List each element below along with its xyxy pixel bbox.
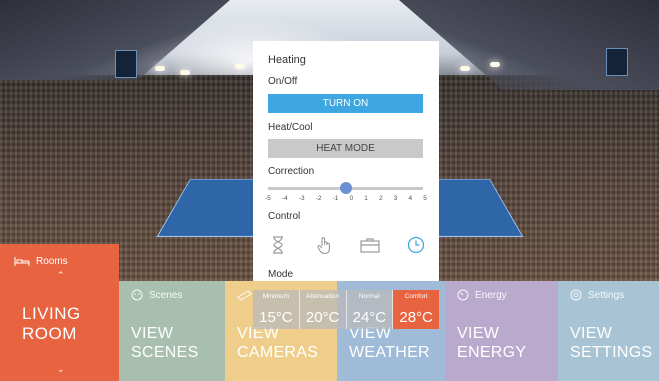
scenes-tile[interactable]: Scenes VIEW SCENES <box>119 281 225 381</box>
settings-line2: SETTINGS <box>570 344 653 361</box>
mode-name: Normal <box>358 293 380 300</box>
rooms-header: Rooms <box>14 256 68 267</box>
video-screen <box>606 48 628 76</box>
settings-gear-icon <box>570 289 582 301</box>
camera-icon <box>237 290 252 301</box>
cameras-line2: CAMERAS <box>237 344 319 361</box>
tick-label: -4 <box>281 195 288 202</box>
heatcool-label: Heat/Cool <box>268 122 313 133</box>
scenes-header: Scenes <box>131 289 182 301</box>
hourglass-icon[interactable] <box>268 235 288 255</box>
tick-label: -1 <box>332 195 339 202</box>
cameras-header <box>237 289 253 301</box>
energy-header: Energy <box>457 289 507 301</box>
mode-temp: 28°C <box>399 309 433 326</box>
stadium-light <box>180 70 190 75</box>
mode-name: Attenuation <box>306 293 340 300</box>
chevron-down-icon[interactable]: ⌄ <box>57 364 65 375</box>
tick-label: 1 <box>364 195 368 202</box>
heating-title: Heating <box>268 54 306 66</box>
scenes-line1: VIEW <box>131 325 174 342</box>
energy-icon <box>457 289 469 301</box>
control-label: Control <box>268 211 301 222</box>
tick-label: 3 <box>393 195 398 202</box>
mode-temp: 15°C <box>259 309 293 326</box>
correction-label: Correction <box>268 166 315 177</box>
stadium-light <box>235 64 245 69</box>
energy-line1: VIEW <box>457 325 500 342</box>
turn-on-button[interactable]: TURN ON <box>268 94 423 113</box>
chevron-up-icon[interactable]: ⌃ <box>57 270 65 281</box>
clock-icon[interactable] <box>406 235 426 255</box>
tick-label: 0 <box>349 195 354 202</box>
energy-line2: ENERGY <box>457 344 527 361</box>
scenes-head-label: Scenes <box>149 289 183 301</box>
mode-comfort[interactable]: Comfort 28°C <box>393 290 439 329</box>
tick-label: 2 <box>379 195 383 202</box>
mode-name: Comfort <box>404 293 428 300</box>
mode-selector: Minimum 15°C Attenuation 20°C Normal 24°… <box>253 290 439 329</box>
settings-header: Settings <box>570 289 624 301</box>
rooms-head-label: Rooms <box>36 256 68 267</box>
video-screen <box>115 50 137 78</box>
tick-label: -5 <box>265 195 271 202</box>
correction-ticks: -5 -4 -3 -2 -1 0 1 2 3 4 5 <box>265 195 427 202</box>
stadium-light <box>155 66 165 71</box>
energy-head-label: Energy <box>475 289 507 301</box>
settings-head-label: Settings <box>588 289 625 301</box>
energy-tile[interactable]: Energy VIEW ENERGY <box>445 281 558 381</box>
control-icons <box>268 235 426 255</box>
settings-tile[interactable]: Settings VIEW SETTINGS <box>558 281 659 381</box>
settings-line1: VIEW <box>570 325 613 342</box>
bed-icon <box>14 257 30 266</box>
heat-mode-button[interactable]: HEAT MODE <box>268 139 423 158</box>
mode-temp: 20°C <box>305 309 340 326</box>
briefcase-icon[interactable] <box>360 235 380 255</box>
tick-label: -2 <box>315 195 322 202</box>
tick-label: 4 <box>408 195 413 202</box>
mode-minimum[interactable]: Minimum 15°C <box>253 290 300 329</box>
room-name-line1: LIVING <box>22 304 81 323</box>
mode-name: Minimum <box>262 293 290 300</box>
tick-label: 5 <box>423 195 427 202</box>
room-name-line2: ROOM <box>22 324 77 343</box>
mode-temp: 24°C <box>352 309 387 326</box>
scenes-icon <box>131 289 143 301</box>
scenes-line2: SCENES <box>131 344 199 361</box>
mode-attenuation[interactable]: Attenuation 20°C <box>299 290 347 329</box>
weather-line2: WEATHER <box>349 344 430 361</box>
correction-slider-knob[interactable] <box>339 182 352 194</box>
stadium-light <box>490 62 500 67</box>
rooms-tile[interactable]: Rooms ⌃ LIVING ROOM ⌄ <box>0 244 119 381</box>
mode-normal[interactable]: Normal 24°C <box>346 290 394 329</box>
mode-label: Mode <box>268 269 294 280</box>
tick-label: -3 <box>298 195 305 202</box>
room-name: LIVING ROOM <box>22 304 81 344</box>
onoff-label: On/Off <box>268 76 298 87</box>
stadium-light <box>460 66 470 71</box>
touch-hand-icon[interactable] <box>314 235 334 255</box>
